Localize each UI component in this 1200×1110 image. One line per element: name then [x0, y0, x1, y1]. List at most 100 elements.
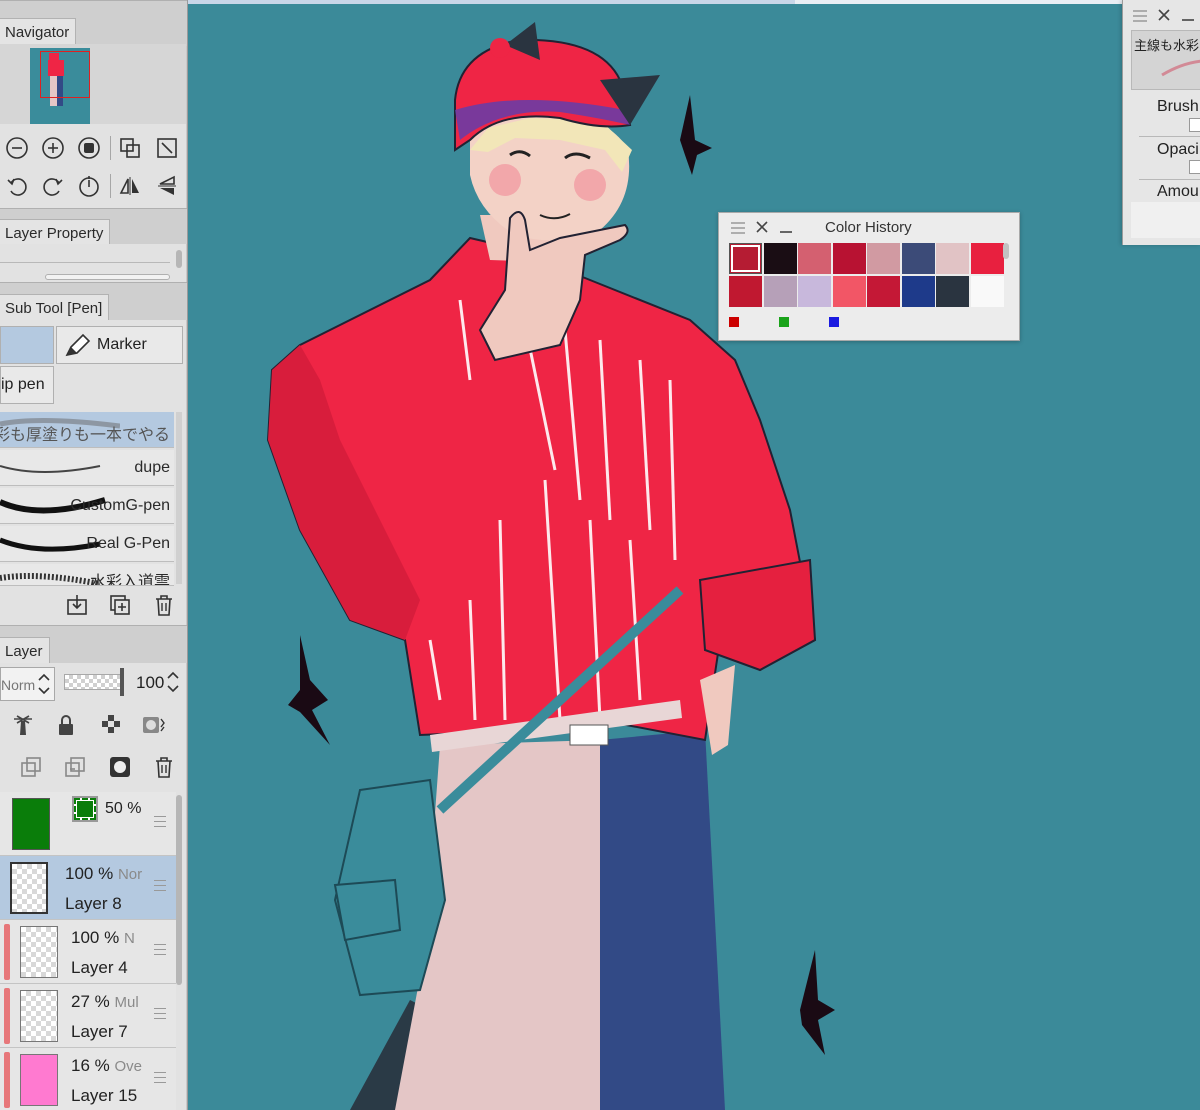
brush-size-label: Brush — [1157, 98, 1199, 115]
color-swatch[interactable] — [763, 243, 797, 274]
transfer-layer-icon[interactable] — [60, 752, 90, 782]
color-swatch[interactable] — [832, 276, 866, 307]
color-swatch[interactable] — [901, 276, 935, 307]
color-history-titlebar[interactable]: Color History — [719, 213, 1019, 241]
color-swatch[interactable] — [798, 276, 831, 307]
opacity-value[interactable]: 100 — [136, 673, 164, 693]
tool-property-panel: 主線も水彩も Brush Opaci Amou — [1122, 0, 1200, 245]
layer-name: Layer 8 — [65, 894, 122, 913]
navigator-preview-area — [0, 44, 186, 124]
brush-list-scrollbar[interactable] — [176, 412, 182, 584]
amount-label: Amou — [1157, 183, 1199, 200]
color-swatch[interactable] — [798, 243, 831, 274]
fit-to-canvas-icon[interactable] — [152, 133, 182, 163]
zoom-out-icon[interactable] — [2, 133, 32, 163]
opacity-slider[interactable] — [64, 674, 122, 690]
menu-icon[interactable] — [731, 221, 745, 239]
tool-dip-pen[interactable]: ip pen — [0, 366, 54, 404]
opacity-field[interactable] — [1189, 160, 1200, 174]
tool-pen-selected[interactable] — [0, 326, 54, 364]
drag-handle-icon[interactable] — [154, 1072, 166, 1084]
layer-row-layer-15[interactable]: 16 % Ove Layer 15 — [0, 1048, 176, 1110]
brush-item-watercolor[interactable]: 水彩入道雲 — [0, 564, 174, 586]
close-icon[interactable] — [1157, 8, 1171, 27]
color-swatch[interactable] — [763, 276, 797, 307]
opacity-slider-handle[interactable] — [120, 668, 124, 696]
color-swatch[interactable] — [729, 243, 762, 274]
brush-size-field[interactable] — [1189, 118, 1200, 132]
brush-label: 彩も厚塗りも一本でやる — [0, 427, 170, 444]
save-preset-icon[interactable] — [62, 590, 92, 620]
color-swatch[interactable] — [832, 243, 866, 274]
layer-mask-thumbnail — [72, 796, 98, 822]
duplicate-subtool-icon[interactable] — [105, 590, 135, 620]
drag-handle-icon[interactable] — [154, 880, 166, 892]
color-history-scrollbar[interactable] — [1003, 243, 1009, 259]
brush-item-dupe[interactable]: dupe — [0, 450, 174, 486]
color-swatch[interactable] — [729, 276, 762, 307]
blend-mode-select[interactable]: Norm — [0, 667, 55, 701]
color-swatch[interactable] — [936, 243, 969, 274]
layer-row-layer-4[interactable]: 100 % N Layer 4 — [0, 920, 176, 984]
rotate-left-icon[interactable] — [2, 171, 32, 201]
brush-item-real-g-pen[interactable]: Real G-Pen — [0, 526, 174, 562]
navigator-view-frame[interactable] — [40, 51, 90, 98]
delete-layer-icon[interactable] — [149, 752, 179, 782]
color-swatch[interactable] — [901, 243, 935, 274]
layer-row-layer-7[interactable]: 27 % Mul Layer 7 — [0, 984, 176, 1048]
mask-toggle-icon[interactable] — [138, 710, 168, 740]
tab-layer[interactable]: Layer — [0, 637, 50, 663]
merge-down-icon[interactable] — [16, 752, 46, 782]
drag-handle-icon[interactable] — [154, 816, 166, 828]
flip-horizontal-icon[interactable] — [115, 171, 145, 201]
lock-transparency-icon[interactable] — [96, 710, 126, 740]
flip-vertical-icon[interactable] — [152, 171, 182, 201]
tab-navigator[interactable]: Navigator — [0, 18, 77, 44]
minimize-icon[interactable] — [779, 220, 793, 239]
layer-thumbnail — [20, 990, 58, 1042]
delete-subtool-icon[interactable] — [149, 590, 179, 620]
color-swatch[interactable] — [970, 276, 1004, 307]
opacity-stepper-icon[interactable] — [166, 669, 180, 700]
tool-dip-pen-label: ip pen — [1, 376, 45, 393]
actual-size-icon[interactable] — [74, 133, 104, 163]
layer-mask-icon[interactable] — [105, 752, 135, 782]
reset-rotation-icon[interactable] — [74, 171, 104, 201]
brush-label: dupe — [134, 459, 170, 476]
drag-handle-icon[interactable] — [154, 1008, 166, 1020]
separator — [110, 136, 111, 160]
layer-list-scrollbar[interactable] — [176, 795, 182, 985]
lock-icon[interactable] — [51, 710, 81, 740]
color-swatch[interactable] — [867, 276, 900, 307]
tab-sub-tool[interactable]: Sub Tool [Pen] — [0, 294, 110, 320]
zoom-in-icon[interactable] — [38, 133, 68, 163]
tab-layer-property[interactable]: Layer Property — [0, 219, 111, 245]
fit-to-window-icon[interactable] — [115, 133, 145, 163]
color-indicator — [729, 317, 739, 327]
color-swatch[interactable] — [936, 276, 969, 307]
color-swatch[interactable] — [970, 243, 1004, 274]
menu-icon[interactable] — [1133, 9, 1147, 27]
color-indicator — [779, 317, 789, 327]
color-swatch[interactable] — [867, 243, 900, 274]
color-history-window: Color History — [718, 212, 1020, 341]
lighthouse-reference-icon[interactable] — [8, 710, 38, 740]
layer-color-tag — [4, 1052, 10, 1108]
layer-row-layer-8[interactable]: 100 % Nor Layer 8 — [0, 856, 176, 920]
layer-opacity: 27 % Mul — [71, 992, 139, 1011]
layer-color-tag — [4, 988, 10, 1044]
brush-label: 水彩入道雲 — [89, 574, 170, 586]
layer-name: Layer 4 — [71, 958, 128, 977]
layer-thumbnail — [20, 926, 58, 978]
tool-marker[interactable]: Marker — [56, 326, 183, 364]
layer-row-color-fill[interactable]: 50 % — [0, 792, 176, 856]
brush-item-customg-pen[interactable]: CustomG-pen — [0, 488, 174, 524]
brush-preview-name: 主線も水彩も — [1134, 38, 1200, 53]
minimize-icon[interactable] — [1181, 8, 1195, 27]
drawing-canvas[interactable] — [188, 0, 1200, 1110]
drag-handle-icon[interactable] — [154, 944, 166, 956]
rotate-right-icon[interactable] — [38, 171, 68, 201]
close-icon[interactable] — [755, 220, 769, 239]
brush-item-selected[interactable]: 彩も厚塗りも一本でやる — [0, 412, 174, 448]
layer-color-tag — [4, 924, 10, 980]
